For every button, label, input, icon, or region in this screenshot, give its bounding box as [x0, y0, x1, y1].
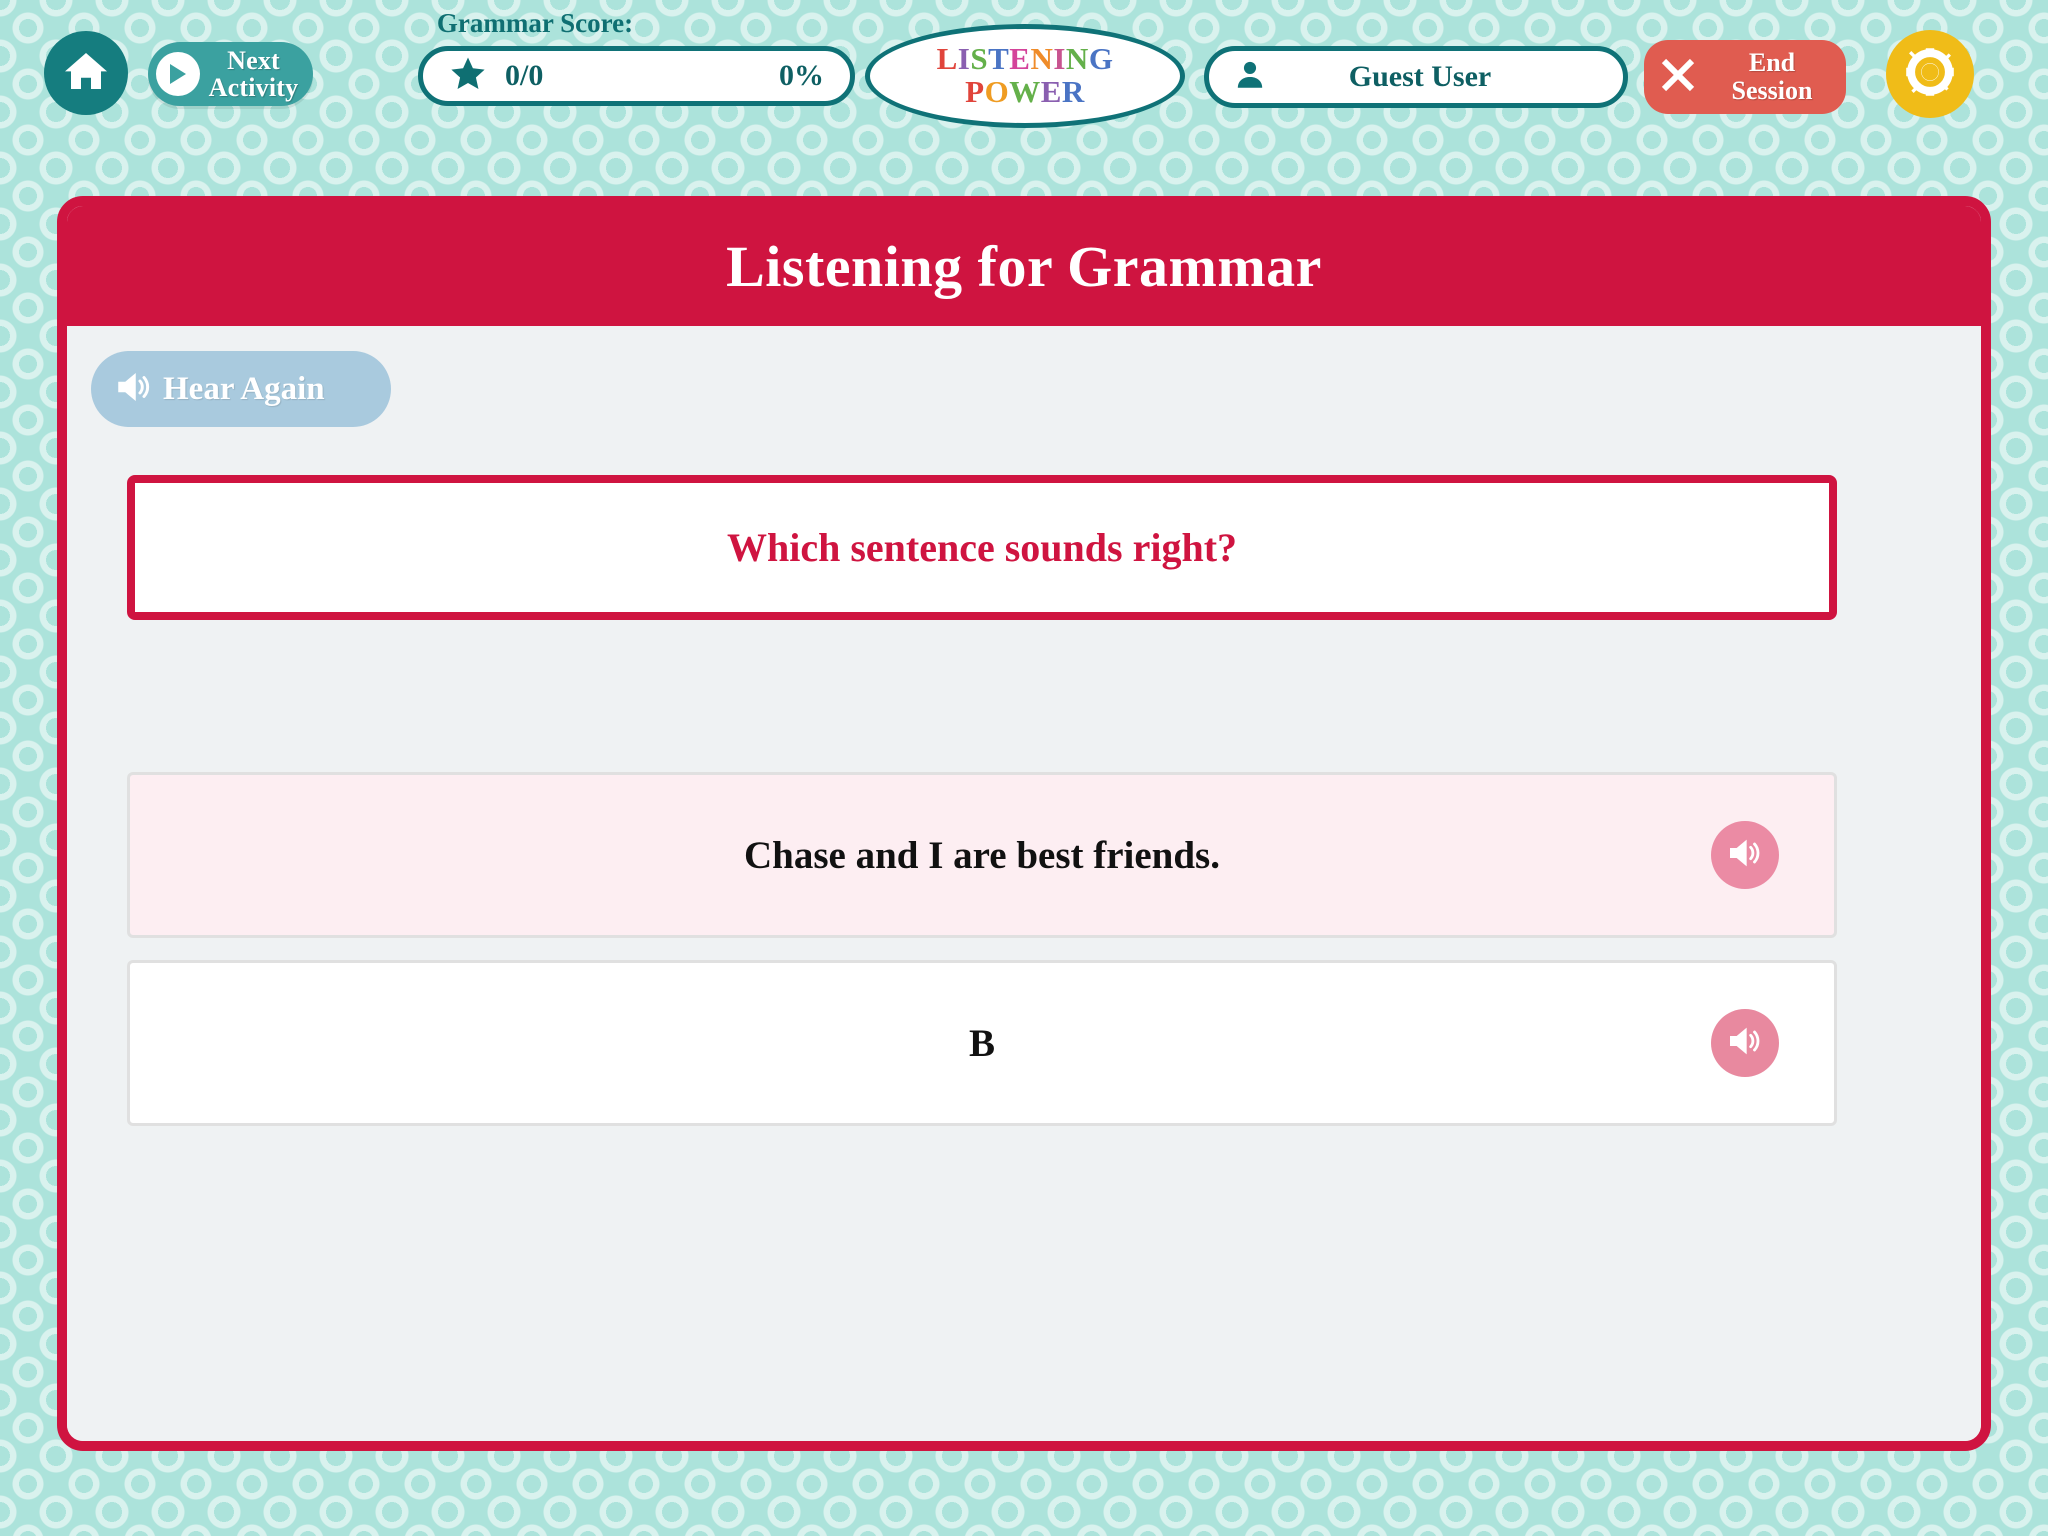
next-activity-button[interactable]: Next Activity	[148, 42, 313, 106]
answer-option-label: Chase and I are best friends.	[744, 833, 1220, 877]
speaker-icon	[1725, 833, 1765, 878]
answer-option-b[interactable]: B	[127, 960, 1837, 1126]
grammar-score-caption: Grammar Score:	[436, 8, 634, 38]
answer-options-list: Chase and I are best friends. B	[127, 772, 1837, 1126]
page-title: Listening for Grammar	[726, 233, 1322, 299]
end-session-button[interactable]: End Session	[1644, 40, 1846, 114]
question-text: Which sentence sounds right?	[726, 525, 1238, 570]
next-activity-label: Next Activity	[208, 46, 299, 102]
star-icon	[449, 55, 487, 98]
score-percent: 0%	[779, 59, 824, 92]
app-logo: LISTENING POWER	[865, 24, 1185, 128]
answer-speaker-button-b[interactable]	[1711, 1009, 1779, 1077]
speaker-icon	[1725, 1021, 1765, 1066]
hear-again-button[interactable]: Hear Again	[91, 351, 391, 427]
home-button[interactable]	[44, 31, 128, 115]
question-box: Which sentence sounds right?	[127, 475, 1837, 620]
activity-title-bar: Listening for Grammar	[67, 206, 1981, 326]
end-session-label: End Session	[1731, 48, 1813, 105]
activity-card: Listening for Grammar Hear Again Which s…	[57, 196, 1991, 1451]
close-x-icon	[1656, 53, 1700, 102]
user-account-button[interactable]: Guest User	[1204, 46, 1628, 108]
home-icon	[62, 47, 110, 100]
answer-speaker-button-a[interactable]	[1711, 821, 1779, 889]
score-fraction: 0/0	[505, 59, 544, 92]
answer-option-label: B	[968, 1021, 995, 1065]
logo-line-listening: LISTENING	[936, 41, 1114, 77]
answer-option-a[interactable]: Chase and I are best friends.	[127, 772, 1837, 938]
settings-button[interactable]	[1886, 30, 1974, 118]
activity-body: Hear Again Which sentence sounds right? …	[67, 326, 1981, 1441]
grammar-score-display: 0/0 0%	[418, 46, 855, 106]
user-name-label: Guest User	[1348, 60, 1492, 93]
speaker-icon	[113, 366, 155, 413]
hear-again-label: Hear Again	[163, 370, 325, 407]
top-toolbar: Next Activity Grammar Score: 0/0 0% LIST…	[0, 0, 2048, 138]
gear-icon	[1902, 44, 1958, 105]
logo-line-power: POWER	[965, 74, 1085, 109]
